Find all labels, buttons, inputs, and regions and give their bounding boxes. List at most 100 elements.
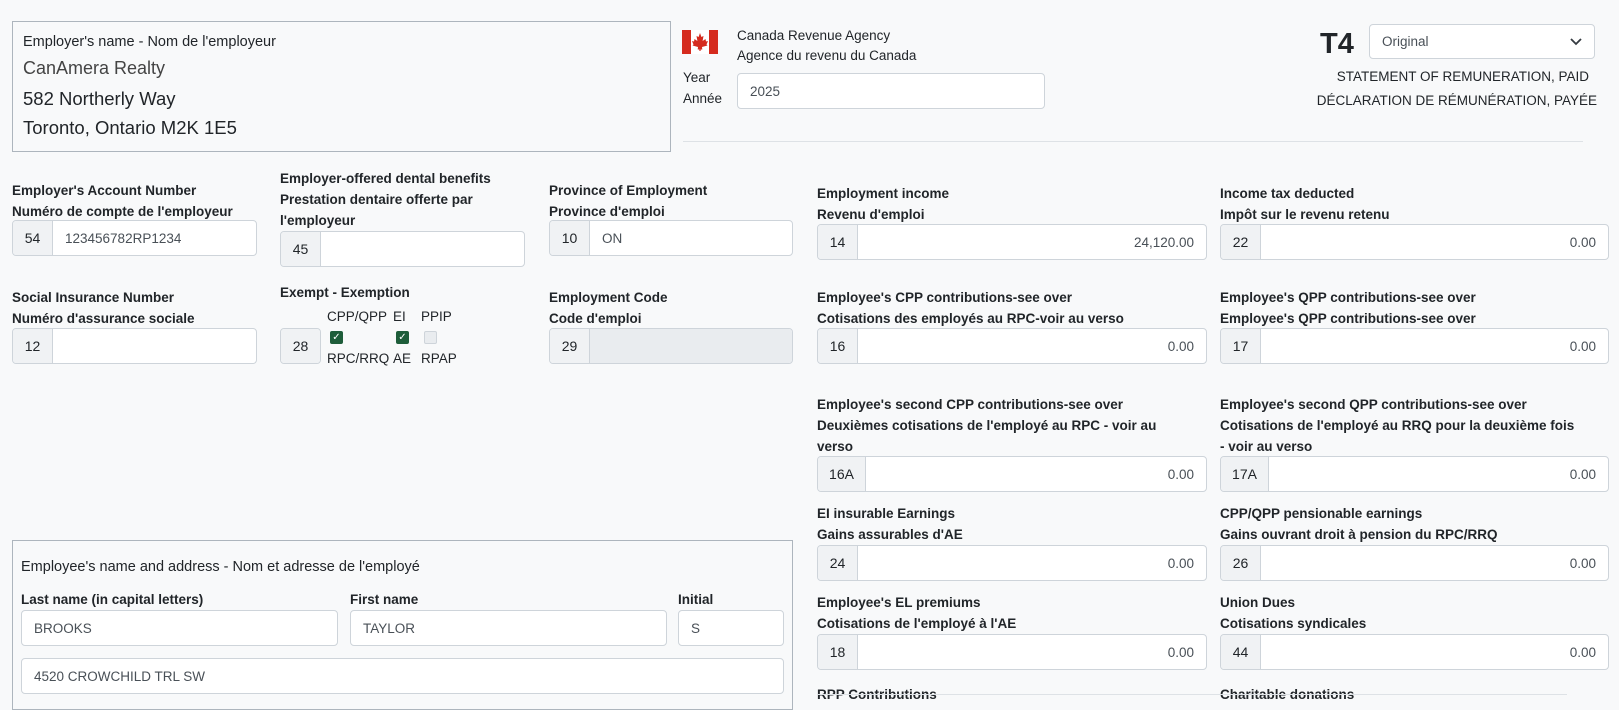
chevron-down-icon: [1570, 37, 1582, 45]
ei-premiums-value: 0.00: [1167, 644, 1194, 660]
form-code: T4: [1320, 28, 1354, 60]
income-label-en: Employment income: [817, 186, 950, 201]
ei-earnings-label-fr: Gains assurables d'AE: [817, 527, 963, 542]
form-type-value: Original: [1382, 34, 1429, 49]
tax-label-fr: Impôt sur le revenu retenu: [1220, 207, 1390, 222]
income-tax-value: 0.00: [1569, 234, 1596, 250]
employment-income-value: 24,120.00: [1133, 234, 1194, 250]
box-24: 24: [818, 546, 858, 580]
ei-premiums-label-fr: Cotisations de l'employé à l'AE: [817, 616, 1017, 631]
form-type-select[interactable]: Original: [1369, 24, 1595, 59]
employer-address-2: Toronto, Ontario M2K 1E5: [23, 117, 237, 138]
box-17a: 17A: [1221, 457, 1269, 491]
dental-label-2: Prestation dentaire offerte par: [280, 192, 473, 207]
box-14: 14: [818, 225, 858, 259]
cpp2-label-3: verso: [817, 439, 854, 454]
box-18: 18: [818, 635, 858, 669]
qpp-label-en: Employee's QPP contributions-see over: [1220, 290, 1476, 305]
employer-address-1: 582 Northerly Way: [23, 88, 176, 109]
sin-value: [53, 329, 256, 363]
ei-premiums-field[interactable]: 18 0.00: [817, 634, 1207, 670]
ei-earnings-field[interactable]: 24 0.00: [817, 545, 1207, 581]
cpp2-label-1: Employee's second CPP contributions-see …: [817, 397, 1124, 412]
emp-code-label-fr: Code d'emploi: [549, 311, 642, 326]
year-input[interactable]: 2025: [737, 73, 1045, 109]
exempt-ei-top: EI: [393, 309, 406, 324]
box-28: 28: [281, 329, 320, 363]
box-45: 45: [281, 232, 321, 266]
ei-premiums-label-en: Employee's EL premiums: [817, 595, 981, 610]
tax-label-en: Income tax deducted: [1220, 186, 1355, 201]
dental-benefits-field[interactable]: 45: [280, 231, 525, 267]
cpp2-label-2: Deuxièmes cotisations de l'employé au RP…: [817, 418, 1157, 433]
account-label-fr: Numéro de compte de l'employeur: [12, 204, 233, 219]
initial-label: Initial: [678, 592, 714, 607]
employment-code-value: [590, 329, 792, 363]
employee-address-input[interactable]: 4520 CROWCHILD TRL SW: [21, 658, 784, 694]
qpp2-label-2: Cotisations de l'employé au RRQ pour la …: [1220, 418, 1575, 433]
employer-name: CanAmera Realty: [23, 58, 166, 78]
exempt-ppip-checkbox[interactable]: [424, 331, 437, 344]
year-label-en: Year: [683, 70, 711, 85]
employer-box: Employer's name - Nom de l'employeur Can…: [12, 21, 671, 152]
form-title-fr: DÉCLARATION DE RÉMUNÉRATION, PAYÉE: [1316, 93, 1597, 108]
employer-label: Employer's name - Nom de l'employeur: [23, 34, 276, 50]
qpp-contributions-field[interactable]: 17 0.00: [1220, 328, 1609, 364]
box-29: 29: [550, 329, 590, 363]
employment-code-field[interactable]: 29: [549, 328, 793, 364]
income-tax-field[interactable]: 22 0.00: [1220, 224, 1609, 260]
employee-box: Employee's name and address - Nom et adr…: [12, 540, 793, 710]
initial-input[interactable]: S: [678, 610, 784, 646]
first-name-input[interactable]: TAYLOR: [350, 610, 667, 646]
cpp2-contributions-value: 0.00: [1167, 466, 1194, 482]
year-label-fr: Année: [683, 91, 723, 106]
qpp2-contributions-field[interactable]: 17A 0.00: [1220, 456, 1609, 492]
employee-heading: Employee's name and address - Nom et adr…: [21, 559, 420, 575]
cpp-label-en: Employee's CPP contributions-see over: [817, 290, 1073, 305]
exempt-ei-bottom: AE: [393, 351, 412, 366]
exempt-cpp-bottom: RPC/RRQ: [327, 351, 390, 366]
union-dues-value: 0.00: [1569, 644, 1596, 660]
account-label-en: Employer's Account Number: [12, 183, 197, 198]
exempt-box-field: 28: [280, 328, 321, 364]
employment-income-field[interactable]: 14 24,120.00: [817, 224, 1207, 260]
last-name-input[interactable]: BROOKS: [21, 610, 338, 646]
union-label-en: Union Dues: [1220, 595, 1296, 610]
first-name-label: First name: [350, 592, 419, 607]
cpp2-contributions-field[interactable]: 16A 0.00: [817, 456, 1207, 492]
exempt-ei-checkbox[interactable]: ✓: [396, 331, 409, 344]
box-17: 17: [1221, 329, 1261, 363]
account-number-field[interactable]: 54 123456782RP1234: [12, 220, 257, 256]
sin-label-fr: Numéro d'assurance sociale: [12, 311, 195, 326]
pensionable-earnings-field[interactable]: 26 0.00: [1220, 545, 1609, 581]
cpp-contributions-value: 0.00: [1167, 338, 1194, 354]
box-10: 10: [550, 221, 590, 255]
qpp2-contributions-value: 0.00: [1569, 466, 1596, 482]
qpp2-label-1: Employee's second QPP contributions-see …: [1220, 397, 1527, 412]
qpp-label-fr: Employee's QPP contributions-see over: [1220, 311, 1476, 326]
cpp-label-fr: Cotisations des employés au RPC-voir au …: [817, 311, 1124, 326]
ei-earnings-label-en: EI insurable Earnings: [817, 506, 956, 521]
pensionable-earnings-value: 0.00: [1569, 555, 1596, 571]
last-name-label: Last name (in capital letters): [21, 592, 204, 607]
qpp-contributions-value: 0.00: [1569, 338, 1596, 354]
exempt-cpp-checkbox[interactable]: ✓: [330, 331, 343, 344]
box-44: 44: [1221, 635, 1261, 669]
box-16a: 16A: [818, 457, 866, 491]
exempt-ppip-bottom: RPAP: [421, 351, 457, 366]
agency-name-fr: Agence du revenu du Canada: [737, 48, 917, 63]
cpp-contributions-field[interactable]: 16 0.00: [817, 328, 1207, 364]
province-field[interactable]: 10 ON: [549, 220, 793, 256]
province-label-fr: Province d'emploi: [549, 204, 665, 219]
dental-label-3: l'employeur: [280, 213, 356, 228]
pensionable-label-en: CPP/QPP pensionable earnings: [1220, 506, 1423, 521]
dental-label-1: Employer-offered dental benefits: [280, 171, 491, 186]
canada-flag-icon: [682, 30, 718, 54]
sin-label-en: Social Insurance Number: [12, 290, 175, 305]
box-26: 26: [1221, 546, 1261, 580]
sin-field[interactable]: 12: [12, 328, 257, 364]
union-dues-field[interactable]: 44 0.00: [1220, 634, 1609, 670]
box-16: 16: [818, 329, 858, 363]
union-label-fr: Cotisations syndicales: [1220, 616, 1367, 631]
exempt-cpp-top: CPP/QPP: [327, 309, 388, 324]
